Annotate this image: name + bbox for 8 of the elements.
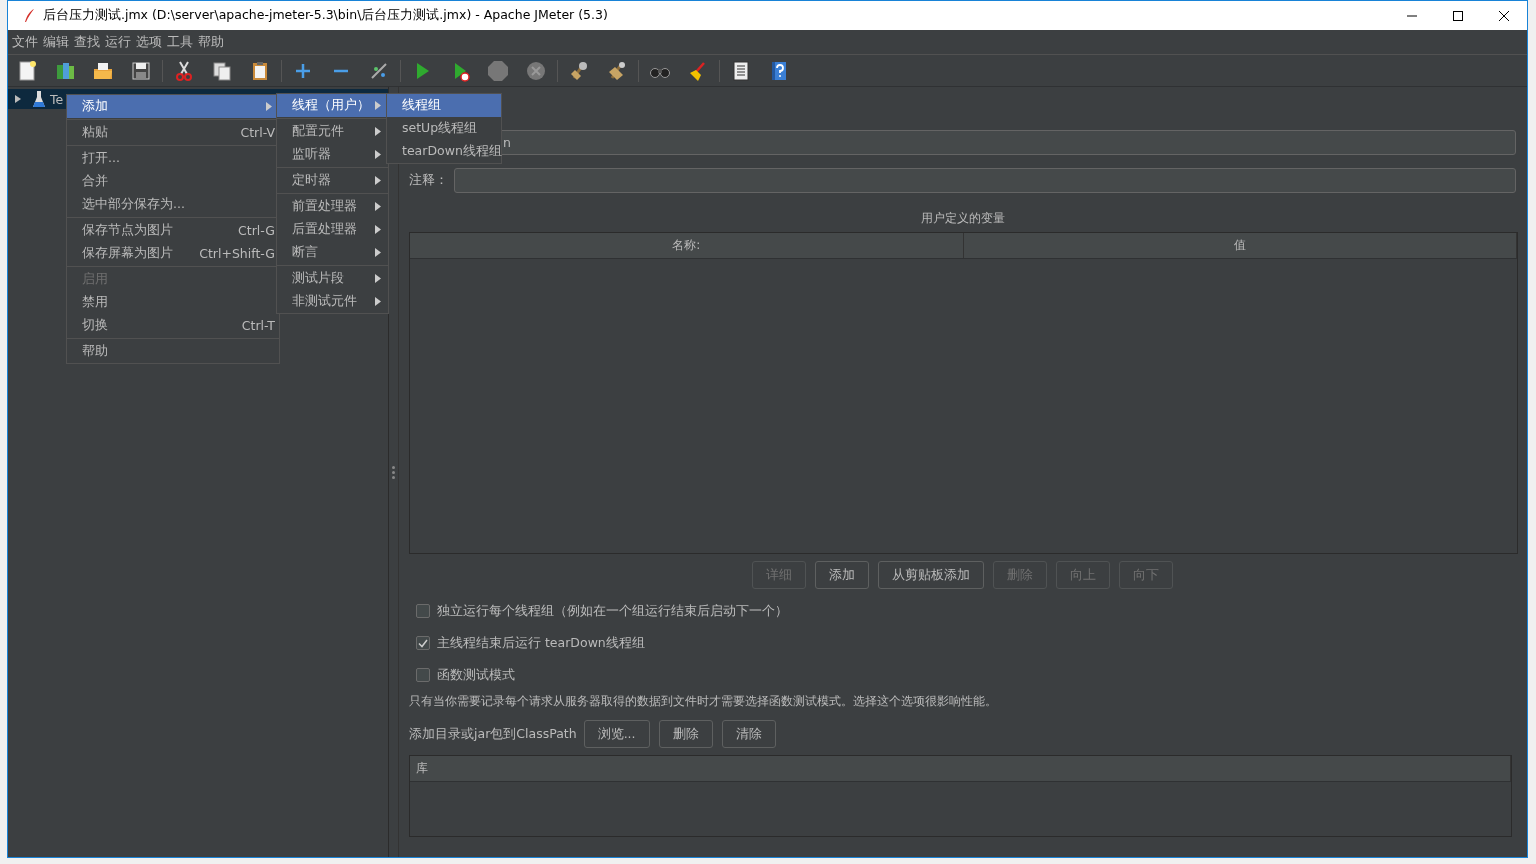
checkbox-label: 独立运行每个线程组（例如在一个组运行结束后启动下一个）	[437, 602, 788, 620]
checkbox-label: 主线程结束后运行 tearDown线程组	[437, 634, 645, 652]
note-text: 只有当你需要记录每个请求从服务器取得的数据到文件时才需要选择函数测试模式。选择这个选项很影响性能。	[409, 693, 998, 710]
field-label: 注释：	[409, 171, 449, 189]
window-title: 后台压力测试.jmx (D:\server\apache-jmeter-5.3\bin\后台压力测试.jmx) - Apache JMeter (5.3)	[43, 7, 608, 24]
section-title: 用户定义的变量	[919, 210, 1006, 227]
checkbox-label: 函数测试模式	[437, 666, 515, 684]
classpath-label: 添加目录或jar包到ClassPath	[409, 725, 577, 743]
